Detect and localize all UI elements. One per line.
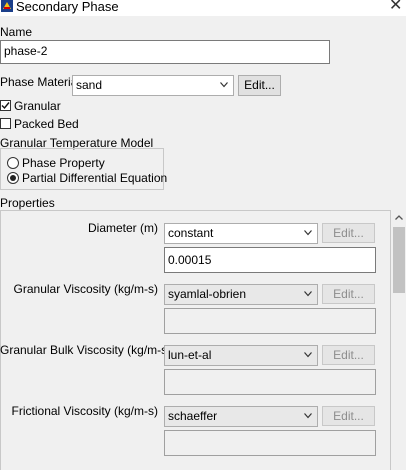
properties-label: Properties (0, 196, 55, 210)
diameter-method-value: constant (168, 226, 214, 240)
partial-differential-equation-radio[interactable] (7, 172, 19, 184)
granular-bulk-viscosity-method-value: lun-et-al (168, 348, 212, 362)
granular-bulk-viscosity-method-dropdown[interactable]: lun-et-al (164, 345, 318, 366)
granular-viscosity-label: Granular Viscosity (kg/m-s) (13, 282, 158, 296)
phase-property-label: Phase Property (22, 156, 105, 170)
frictional-viscosity-method-dropdown[interactable]: schaeffer (164, 406, 318, 427)
packed-bed-label: Packed Bed (14, 117, 79, 131)
scroll-up-arrow-icon[interactable] (393, 212, 405, 224)
chevron-down-icon (304, 230, 312, 236)
diameter-label: Diameter (m) (87, 221, 158, 235)
granular-checkbox[interactable] (0, 100, 11, 111)
name-field[interactable]: phase-2 (0, 40, 330, 64)
granular-bulk-viscosity-value-field (164, 369, 376, 395)
granular-bulk-viscosity-edit-button[interactable]: Edit... (322, 345, 375, 365)
granular-bulk-viscosity-label: Granular Bulk Viscosity (kg/m-s) (0, 343, 172, 357)
phase-material-edit-button[interactable]: Edit... (238, 75, 281, 96)
window-title: Secondary Phase (16, 0, 119, 14)
diameter-edit-button[interactable]: Edit... (322, 223, 375, 243)
granular-label: Granular (14, 99, 61, 113)
granular-viscosity-edit-button[interactable]: Edit... (322, 284, 375, 304)
chevron-down-icon (220, 82, 228, 88)
frictional-viscosity-label: Frictional Viscosity (kg/m-s) (11, 404, 158, 418)
ansys-fluent-icon (1, 0, 13, 12)
checkmark-icon (1, 102, 10, 110)
frictional-viscosity-edit-button[interactable]: Edit... (322, 406, 375, 426)
phase-property-radio[interactable] (7, 157, 19, 169)
phase-material-dropdown[interactable]: sand (72, 75, 234, 96)
chevron-down-icon (304, 352, 312, 358)
granular-viscosity-method-value: syamlal-obrien (168, 287, 247, 301)
chevron-down-icon (304, 291, 312, 297)
packed-bed-checkbox[interactable] (0, 118, 11, 129)
diameter-value-field[interactable]: 0.00015 (164, 247, 376, 273)
name-label: Name (0, 25, 33, 39)
frictional-viscosity-value-field (164, 430, 376, 456)
granular-viscosity-method-dropdown[interactable]: syamlal-obrien (164, 284, 318, 305)
scrollbar-thumb[interactable] (393, 227, 405, 293)
close-icon[interactable]: ✕ (389, 0, 402, 15)
frictional-viscosity-method-value: schaeffer (168, 409, 218, 423)
phase-material-label: Phase Material (0, 75, 81, 89)
phase-material-value: sand (76, 78, 103, 92)
chevron-down-icon (304, 413, 312, 419)
diameter-method-dropdown[interactable]: constant (164, 223, 318, 244)
partial-differential-equation-label: Partial Differential Equation (22, 171, 168, 185)
granular-viscosity-value-field (164, 308, 376, 334)
